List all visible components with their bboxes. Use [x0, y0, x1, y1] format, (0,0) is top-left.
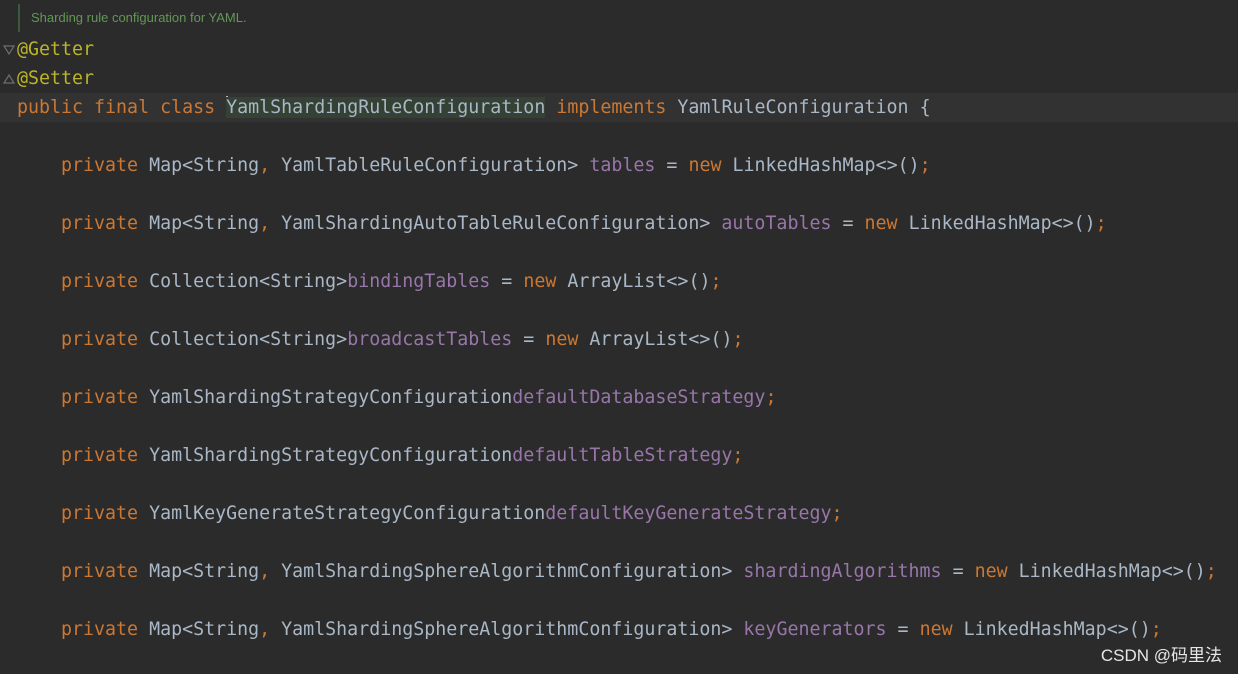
assign-operator: =	[501, 271, 513, 292]
semicolon: ;	[710, 271, 722, 292]
semicolon: ;	[765, 387, 777, 408]
new-keyword: new	[864, 213, 898, 234]
field-modifier: private	[61, 213, 139, 234]
field-name: broadcastTables	[347, 329, 513, 350]
implements-keyword: implements	[556, 97, 667, 118]
field-type: Collection<String>	[149, 271, 348, 292]
new-keyword: new	[974, 561, 1008, 582]
field-type-arg: YamlShardingSphereAlgorithmConfiguration…	[270, 561, 733, 582]
field-modifier: private	[61, 387, 139, 408]
assign-operator: =	[952, 561, 964, 582]
field-name: bindingTables	[347, 271, 491, 292]
annotation-setter: @Setter	[17, 68, 95, 89]
field-name: autoTables	[721, 213, 832, 234]
field-name: shardingAlgorithms	[743, 561, 942, 582]
field-declaration[interactable]: private Collection<String>bindingTables …	[61, 267, 721, 296]
type-separator: ,	[259, 155, 271, 176]
field-modifier: private	[61, 155, 139, 176]
initializer: LinkedHashMap<>()	[1018, 561, 1206, 582]
field-type: Collection<String>	[149, 329, 348, 350]
fold-icon[interactable]	[3, 44, 15, 56]
field-declaration[interactable]: private YamlShardingStrategyConfiguratio…	[61, 383, 776, 412]
semicolon: ;	[1095, 213, 1107, 234]
field-declaration[interactable]: private YamlKeyGenerateStrategyConfigura…	[61, 499, 842, 528]
field-modifier: private	[61, 445, 139, 466]
field-declaration[interactable]: private Map<String, YamlShardingSphereAl…	[61, 615, 1162, 644]
class-declaration[interactable]: public final class YamlShardingRuleConfi…	[17, 93, 931, 122]
type-separator: ,	[259, 619, 271, 640]
type-separator: ,	[259, 561, 271, 582]
assign-operator: =	[842, 213, 854, 234]
type-separator: ,	[259, 213, 271, 234]
field-declaration[interactable]: private Collection<String>broadcastTable…	[61, 325, 743, 354]
initializer: LinkedHashMap<>()	[963, 619, 1151, 640]
fold-icon[interactable]	[3, 73, 15, 85]
initializer: ArrayList<>()	[589, 329, 733, 350]
new-keyword: new	[545, 329, 579, 350]
field-name: defaultDatabaseStrategy	[512, 387, 766, 408]
open-brace: {	[919, 97, 931, 118]
field-declaration[interactable]: private Map<String, YamlShardingAutoTabl…	[61, 209, 1107, 238]
field-type: YamlShardingStrategyConfiguration	[149, 387, 513, 408]
semicolon: ;	[1205, 561, 1217, 582]
new-keyword: new	[688, 155, 722, 176]
watermark: CSDN @码里法	[1100, 646, 1222, 665]
field-type: Map<String	[149, 619, 260, 640]
field-modifier: private	[61, 619, 139, 640]
field-type: Map<String	[149, 213, 260, 234]
initializer: ArrayList<>()	[567, 271, 711, 292]
field-type: YamlShardingStrategyConfiguration	[149, 445, 513, 466]
field-type: Map<String	[149, 155, 260, 176]
initializer: LinkedHashMap<>()	[908, 213, 1096, 234]
class-name[interactable]: YamlShardingRuleConfiguration	[226, 97, 546, 118]
field-type-arg: YamlTableRuleConfiguration>	[270, 155, 579, 176]
new-keyword: new	[523, 271, 557, 292]
field-modifier: private	[61, 329, 139, 350]
semicolon: ;	[732, 445, 744, 466]
field-declaration[interactable]: private Map<String, YamlShardingSphereAl…	[61, 557, 1217, 586]
field-type: YamlKeyGenerateStrategyConfiguration	[149, 503, 546, 524]
assign-operator: =	[897, 619, 909, 640]
field-name: defaultTableStrategy	[512, 445, 733, 466]
field-type-arg: YamlShardingSphereAlgorithmConfiguration…	[270, 619, 733, 640]
assign-operator: =	[666, 155, 678, 176]
field-type-arg: YamlShardingAutoTableRuleConfiguration>	[270, 213, 711, 234]
semicolon: ;	[1150, 619, 1162, 640]
field-modifier: private	[61, 503, 139, 524]
initializer: LinkedHashMap<>()	[732, 155, 920, 176]
field-name: defaultKeyGenerateStrategy	[545, 503, 832, 524]
semicolon: ;	[831, 503, 843, 524]
new-keyword: new	[919, 619, 953, 640]
field-declaration[interactable]: private Map<String, YamlTableRuleConfigu…	[61, 151, 931, 180]
field-modifier: private	[61, 271, 139, 292]
field-name: tables	[589, 155, 656, 176]
field-name: keyGenerators	[743, 619, 887, 640]
field-modifier: private	[61, 561, 139, 582]
semicolon: ;	[919, 155, 931, 176]
annotation-getter: @Getter	[17, 39, 95, 60]
interface-name[interactable]: YamlRuleConfiguration	[677, 97, 908, 118]
semicolon: ;	[732, 329, 744, 350]
class-modifiers: public final class	[17, 97, 216, 118]
assign-operator: =	[523, 329, 535, 350]
doc-comment: Sharding rule configuration for YAML.	[18, 4, 247, 32]
field-type: Map<String	[149, 561, 260, 582]
field-declaration[interactable]: private YamlShardingStrategyConfiguratio…	[61, 441, 743, 470]
